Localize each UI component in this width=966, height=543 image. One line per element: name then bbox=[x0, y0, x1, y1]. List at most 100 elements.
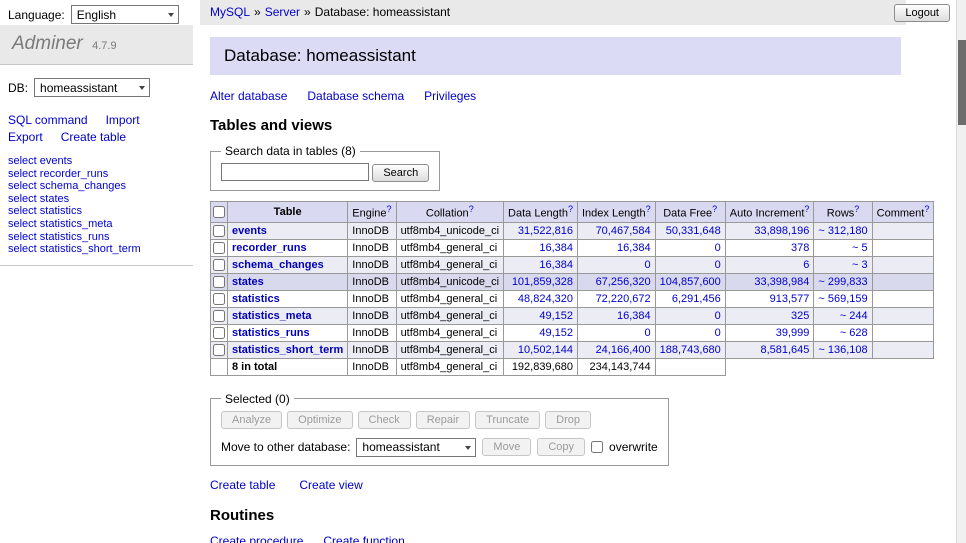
sidebar-select-recorder-runs[interactable]: select recorder_runs bbox=[8, 168, 185, 181]
check-button[interactable]: Check bbox=[358, 411, 411, 429]
row-checkbox[interactable] bbox=[213, 293, 225, 305]
data-free-link[interactable]: 0 bbox=[715, 310, 721, 322]
rows-link[interactable]: ~ 5 bbox=[852, 242, 868, 254]
rows-link[interactable]: ~ 299,833 bbox=[818, 276, 867, 288]
data-length-link[interactable]: 49,152 bbox=[539, 327, 573, 339]
data-length-link[interactable]: 101,859,328 bbox=[512, 276, 573, 288]
table-link-statistics-short-term[interactable]: statistics_short_term bbox=[232, 344, 343, 356]
scrollbar-thumb[interactable] bbox=[958, 40, 966, 125]
rows-link[interactable]: ~ 312,180 bbox=[818, 225, 867, 237]
move-db-select[interactable]: homeassistant bbox=[356, 438, 476, 457]
optimize-button[interactable]: Optimize bbox=[287, 411, 352, 429]
auto-increment-link[interactable]: 8,581,645 bbox=[760, 344, 809, 356]
data-free-link[interactable]: 188,743,680 bbox=[660, 344, 721, 356]
drop-button[interactable]: Drop bbox=[545, 411, 591, 429]
sidebar-select-statistics[interactable]: select statistics bbox=[8, 205, 185, 218]
analyze-button[interactable]: Analyze bbox=[221, 411, 282, 429]
db-select[interactable]: homeassistant bbox=[34, 78, 150, 97]
nav-database-schema[interactable]: Database schema bbox=[307, 89, 404, 103]
sidebar-select-schema-changes[interactable]: select schema_changes bbox=[8, 180, 185, 193]
logout-button[interactable]: Logout bbox=[894, 4, 950, 22]
row-checkbox[interactable] bbox=[213, 259, 225, 271]
copy-button[interactable]: Copy bbox=[537, 438, 585, 456]
nav-alter-database[interactable]: Alter database bbox=[210, 89, 287, 103]
vertical-scrollbar[interactable] bbox=[956, 0, 966, 543]
data-free-link[interactable]: 0 bbox=[715, 259, 721, 271]
auto-increment-link[interactable]: 33,898,196 bbox=[754, 225, 809, 237]
rows-link[interactable]: ~ 244 bbox=[840, 310, 868, 322]
index-length-link[interactable]: 16,384 bbox=[617, 242, 651, 254]
sidebar-select-states[interactable]: select states bbox=[8, 193, 185, 206]
index-length-link[interactable]: 0 bbox=[645, 259, 651, 271]
sidebar-select-events[interactable]: select events bbox=[8, 155, 185, 168]
row-checkbox[interactable] bbox=[213, 344, 225, 356]
table-link-statistics-meta[interactable]: statistics_meta bbox=[232, 310, 312, 322]
help-link[interactable]: ? bbox=[568, 204, 573, 214]
repair-button[interactable]: Repair bbox=[416, 411, 470, 429]
create-procedure-link[interactable]: Create procedure bbox=[210, 534, 303, 543]
data-length-link[interactable]: 31,522,816 bbox=[518, 225, 573, 237]
data-length-link[interactable]: 16,384 bbox=[539, 259, 573, 271]
row-checkbox[interactable] bbox=[213, 276, 225, 288]
help-link[interactable]: ? bbox=[804, 204, 809, 214]
sidebar-link-create-table[interactable]: Create table bbox=[61, 130, 126, 144]
sidebar-select-statistics-runs[interactable]: select statistics_runs bbox=[8, 231, 185, 244]
table-link-statistics-runs[interactable]: statistics_runs bbox=[232, 327, 310, 339]
search-input[interactable] bbox=[221, 163, 369, 181]
data-length-link[interactable]: 48,824,320 bbox=[518, 293, 573, 305]
sidebar-select-statistics-meta[interactable]: select statistics_meta bbox=[8, 218, 185, 231]
language-select[interactable]: English bbox=[71, 5, 179, 24]
table-link-recorder-runs[interactable]: recorder_runs bbox=[232, 242, 307, 254]
sidebar-select-statistics-short-term[interactable]: select statistics_short_term bbox=[8, 243, 185, 256]
rows-link[interactable]: ~ 628 bbox=[840, 327, 868, 339]
table-link-states[interactable]: states bbox=[232, 276, 264, 288]
move-button[interactable]: Move bbox=[482, 438, 531, 456]
help-link[interactable]: ? bbox=[469, 204, 474, 214]
data-free-link[interactable]: 50,331,648 bbox=[666, 225, 721, 237]
data-free-link[interactable]: 0 bbox=[715, 327, 721, 339]
breadcrumb-server-link[interactable]: Server bbox=[265, 5, 300, 19]
auto-increment-link[interactable]: 6 bbox=[803, 259, 809, 271]
table-link-events[interactable]: events bbox=[232, 225, 267, 237]
create-function-link[interactable]: Create function bbox=[323, 534, 404, 543]
data-length-link[interactable]: 10,502,144 bbox=[518, 344, 573, 356]
data-length-link[interactable]: 49,152 bbox=[539, 310, 573, 322]
auto-increment-link[interactable]: 325 bbox=[791, 310, 809, 322]
data-free-link[interactable]: 104,857,600 bbox=[660, 276, 721, 288]
create-view-link[interactable]: Create view bbox=[299, 478, 362, 492]
create-table-link[interactable]: Create table bbox=[210, 478, 275, 492]
breadcrumb-mysql-link[interactable]: MySQL bbox=[210, 5, 250, 19]
row-checkbox[interactable] bbox=[213, 310, 225, 322]
index-length-link[interactable]: 70,467,584 bbox=[596, 225, 651, 237]
data-free-link[interactable]: 6,291,456 bbox=[672, 293, 721, 305]
search-button[interactable]: Search bbox=[372, 164, 429, 182]
index-length-link[interactable]: 0 bbox=[645, 327, 651, 339]
auto-increment-link[interactable]: 913,577 bbox=[770, 293, 810, 305]
sidebar-link-export[interactable]: Export bbox=[8, 130, 43, 144]
rows-link[interactable]: ~ 3 bbox=[852, 259, 868, 271]
select-all-checkbox[interactable] bbox=[213, 206, 225, 218]
index-length-link[interactable]: 16,384 bbox=[617, 310, 651, 322]
auto-increment-link[interactable]: 33,398,984 bbox=[754, 276, 809, 288]
help-link[interactable]: ? bbox=[854, 204, 859, 214]
help-link[interactable]: ? bbox=[712, 204, 717, 214]
row-checkbox[interactable] bbox=[213, 225, 225, 237]
help-link[interactable]: ? bbox=[924, 204, 929, 214]
truncate-button[interactable]: Truncate bbox=[475, 411, 540, 429]
row-checkbox[interactable] bbox=[213, 242, 225, 254]
help-link[interactable]: ? bbox=[646, 204, 651, 214]
data-free-link[interactable]: 0 bbox=[715, 242, 721, 254]
adminer-logo[interactable]: Adminer bbox=[12, 33, 83, 54]
index-length-link[interactable]: 72,220,672 bbox=[596, 293, 651, 305]
row-checkbox[interactable] bbox=[213, 327, 225, 339]
help-link[interactable]: ? bbox=[387, 204, 392, 214]
index-length-link[interactable]: 67,256,320 bbox=[596, 276, 651, 288]
overwrite-checkbox[interactable] bbox=[591, 441, 603, 453]
auto-increment-link[interactable]: 39,999 bbox=[776, 327, 810, 339]
rows-link[interactable]: ~ 136,108 bbox=[818, 344, 867, 356]
nav-privileges[interactable]: Privileges bbox=[424, 89, 476, 103]
table-link-schema-changes[interactable]: schema_changes bbox=[232, 259, 324, 271]
sidebar-link-sql-command[interactable]: SQL command bbox=[8, 113, 88, 127]
auto-increment-link[interactable]: 378 bbox=[791, 242, 809, 254]
table-link-statistics[interactable]: statistics bbox=[232, 293, 280, 305]
